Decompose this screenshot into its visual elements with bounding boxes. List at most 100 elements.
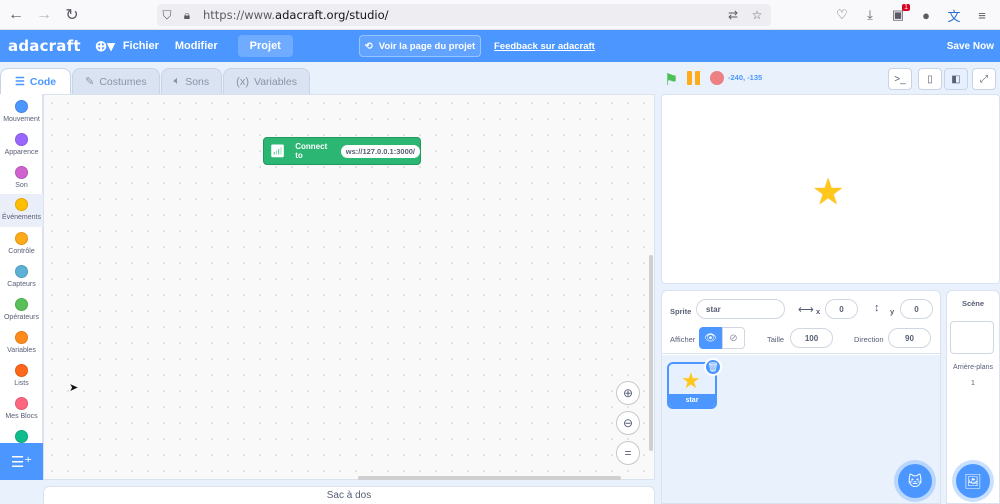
variable-x-icon: (x)	[236, 75, 249, 88]
small-stage-icon[interactable]: ▯	[918, 68, 942, 90]
category-looks-dot	[15, 133, 28, 146]
sprite-label: Sprite	[670, 307, 692, 316]
category-label: Mouvement	[3, 116, 40, 123]
category-label: Variables	[7, 347, 36, 354]
x-label: x	[816, 307, 821, 316]
x-field[interactable]: 0	[825, 299, 858, 319]
category-motion[interactable]: Mouvement	[0, 96, 43, 129]
horizontal-arrows-icon: ⟷	[798, 304, 814, 316]
stage-target-pane[interactable]: Scène Arrière-plans 1 🖼︎	[946, 290, 1000, 504]
browser-toolbar: ← → ↻ ⛉ 🔒︎ https://www.adacraft.org/stud…	[0, 0, 1000, 30]
scene-thumbnail[interactable]	[950, 321, 994, 354]
tab-variables-label: Variables	[253, 75, 297, 88]
sprite-tile-name: star	[669, 394, 715, 407]
delete-sprite-icon[interactable]: 🗑︎	[704, 358, 722, 376]
bookmark-star-icon[interactable]: ☆	[747, 8, 767, 22]
y-label: y	[890, 307, 895, 316]
adacraft-logo[interactable]: adacraft	[8, 37, 81, 55]
tab-code[interactable]: ☰ Code	[0, 68, 72, 94]
view-project-page-button[interactable]: ⟲ Voir la page du projet	[359, 35, 481, 57]
backdrops-label: Arrière-plans	[952, 364, 994, 371]
hamburger-menu-icon[interactable]: ≡	[970, 3, 994, 27]
menu-edit[interactable]: Modifier	[167, 30, 226, 62]
block-url-input[interactable]: ws://127.0.0.1:3000/	[340, 144, 420, 158]
url-scheme: https://www.	[203, 8, 276, 22]
sprite-name-field[interactable]: star	[696, 299, 785, 319]
zoom-out-icon[interactable]: ⊖	[616, 411, 640, 435]
vertical-scrollbar[interactable]	[649, 255, 653, 451]
app-menu-bar: adacraft ⊕▾ Fichier Modifier Projet ⟲ Vo…	[0, 30, 1000, 62]
translator-extension-icon[interactable]: 文	[942, 3, 966, 27]
back-icon[interactable]: ←	[2, 0, 30, 30]
extension-colors-icon[interactable]: ●	[914, 3, 938, 27]
reload-icon[interactable]: ↻	[58, 0, 86, 30]
category-looks[interactable]: Apparence	[0, 129, 43, 162]
forward-icon[interactable]: →	[30, 0, 58, 30]
y-field[interactable]: 0	[900, 299, 933, 319]
backpack[interactable]: Sac à dos	[43, 486, 655, 504]
download-icon[interactable]: ⤓	[858, 3, 882, 27]
speaker-icon: 🔈︎	[173, 75, 181, 87]
green-flag-icon[interactable]: ⚑	[664, 70, 678, 90]
lock-icon[interactable]: 🔒︎	[177, 8, 197, 23]
tab-costumes[interactable]: ✎ Costumes	[72, 68, 160, 94]
tab-sounds-label: Sons	[185, 75, 210, 88]
stage[interactable]: ★	[661, 94, 1000, 284]
star-sprite[interactable]: ★	[812, 171, 844, 213]
tab-sounds[interactable]: 🔈︎ Sons	[160, 68, 223, 94]
horizontal-scrollbar[interactable]	[358, 476, 621, 480]
direction-field[interactable]: 90	[888, 328, 931, 348]
shield-icon[interactable]: ⛉	[157, 8, 177, 23]
fullscreen-icon[interactable]: ⤢	[972, 68, 996, 90]
mouse-coordinates: -240, -135	[728, 73, 763, 82]
pause-icon[interactable]	[687, 71, 701, 85]
menu-file[interactable]: Fichier	[115, 30, 167, 62]
connect-to-block[interactable]: 📶︎ Connect to ws://127.0.0.1:3000/	[263, 137, 421, 165]
save-now-button[interactable]: Save Now	[947, 30, 994, 62]
category-control-dot	[15, 232, 28, 245]
category-sensing-dot	[15, 265, 28, 278]
category-label: Contrôle	[8, 248, 35, 255]
direction-label: Direction	[854, 335, 884, 344]
block-categories: Mouvement Apparence Son Événements Contr…	[0, 94, 43, 446]
zoom-reset-icon[interactable]: =	[616, 441, 640, 465]
normal-stage-icon[interactable]: ◧	[944, 68, 968, 90]
category-extension-dot	[15, 430, 28, 443]
category-lists[interactable]: Lists	[0, 360, 43, 393]
category-label: Mes Blocs	[5, 413, 38, 420]
script-area[interactable]: 📶︎ Connect to ws://127.0.0.1:3000/ ⊕ ⊖ =	[43, 94, 655, 480]
tab-code-label: Code	[29, 75, 57, 88]
zoom-in-icon[interactable]: ⊕	[616, 381, 640, 405]
feedback-link[interactable]: Feedback sur adacraft	[494, 30, 595, 62]
url-text[interactable]: https://www.adacraft.org/studio/	[203, 8, 388, 22]
vertical-arrows-icon: ↕	[874, 302, 880, 314]
sprite-tile[interactable]: ★ star 🗑︎	[667, 358, 722, 409]
show-sprite-eye-icon[interactable]: 👁︎	[699, 327, 722, 349]
wifi-icon: 📶︎	[270, 144, 286, 158]
add-backdrop-button[interactable]: 🖼︎	[956, 464, 990, 498]
backdrops-count: 1	[971, 380, 975, 387]
language-globe-icon[interactable]: ⊕▾	[95, 37, 115, 55]
category-control[interactable]: Contrôle	[0, 228, 43, 261]
category-operators-dot	[15, 298, 28, 311]
category-sensing[interactable]: Capteurs	[0, 261, 43, 294]
category-my-blocks[interactable]: Mes Blocs	[0, 393, 43, 426]
tab-variables[interactable]: (x) Variables	[223, 68, 310, 94]
console-icon[interactable]: >_	[888, 68, 912, 90]
hide-sprite-icon[interactable]: ⊘	[722, 327, 745, 349]
extension-icon[interactable]: ▣ 1	[886, 3, 910, 27]
add-sprite-button[interactable]: 🐱︎	[898, 464, 932, 498]
translate-icon[interactable]: ⇄	[723, 8, 743, 22]
add-extension-button[interactable]: ☰⁺	[0, 443, 43, 480]
category-sound[interactable]: Son	[0, 162, 43, 195]
category-events[interactable]: Événements	[0, 194, 43, 227]
category-variables[interactable]: Variables	[0, 327, 43, 360]
address-bar[interactable]: ⛉ 🔒︎ https://www.adacraft.org/studio/ ⇄ …	[157, 4, 771, 26]
size-field[interactable]: 100	[790, 328, 833, 348]
editor-tabs: ☰ Code ✎ Costumes 🔈︎ Sons (x) Variables	[0, 68, 310, 94]
category-operators[interactable]: Opérateurs	[0, 294, 43, 327]
stop-icon[interactable]	[710, 71, 724, 85]
pocket-icon[interactable]: ♡	[830, 3, 854, 27]
project-button[interactable]: Projet	[237, 35, 293, 57]
tab-costumes-label: Costumes	[99, 75, 147, 88]
